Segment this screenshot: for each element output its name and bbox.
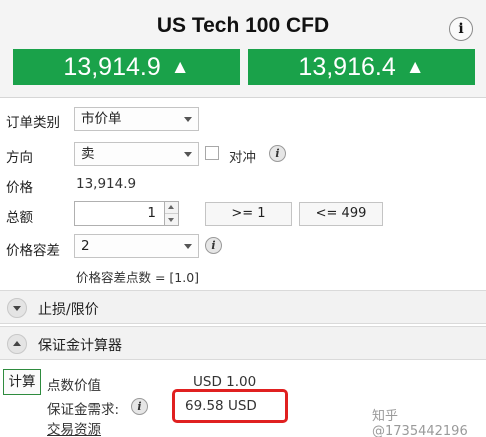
margin-calculator-section[interactable]: 保证金计算器 bbox=[0, 326, 486, 360]
tolerance-select[interactable]: 2 bbox=[74, 234, 199, 258]
tolerance-info-icon[interactable]: i bbox=[205, 237, 222, 254]
amount-stepper[interactable] bbox=[165, 201, 179, 226]
up-arrow-icon: ▲ bbox=[405, 57, 425, 78]
expand-chevron-icon[interactable] bbox=[7, 298, 27, 318]
stop-limit-section[interactable]: 止损/限价 bbox=[0, 290, 486, 324]
buy-price-button[interactable]: 13,916.4 ▲ bbox=[248, 49, 475, 85]
stepper-up-icon[interactable] bbox=[165, 202, 178, 214]
tolerance-points-text: 价格容差点数 = [1.0] bbox=[76, 270, 200, 285]
chevron-down-icon bbox=[184, 117, 192, 122]
pip-value: USD 1.00 bbox=[193, 374, 257, 390]
watermark-text: 知乎 @1735442196 bbox=[372, 409, 468, 437]
instrument-title: US Tech 100 CFD bbox=[156, 14, 330, 37]
pip-value-label: 点数价值 bbox=[47, 378, 101, 394]
hedge-label: 对冲 bbox=[229, 150, 256, 166]
stepper-down-icon[interactable] bbox=[165, 214, 178, 226]
sell-price-value: 13,914.9 bbox=[63, 53, 161, 81]
chevron-down-icon bbox=[184, 244, 192, 249]
trading-resources-link[interactable]: 交易资源 bbox=[47, 418, 101, 437]
hedge-checkbox[interactable] bbox=[205, 146, 219, 160]
info-icon[interactable]: i bbox=[449, 17, 473, 41]
buy-price-value: 13,916.4 bbox=[298, 53, 396, 81]
direction-select[interactable]: 卖 bbox=[74, 142, 199, 166]
amount-label: 总额 bbox=[6, 210, 33, 226]
header-panel: US Tech 100 CFD i 13,914.9 ▲ 13,916.4 ▲ bbox=[0, 0, 486, 98]
order-type-value: 市价单 bbox=[81, 111, 122, 127]
chevron-down-icon bbox=[184, 152, 192, 157]
price-value: 13,914.9 bbox=[76, 176, 137, 192]
sell-price-button[interactable]: 13,914.9 ▲ bbox=[13, 49, 240, 85]
hedge-info-icon[interactable]: i bbox=[269, 145, 286, 162]
collapse-chevron-icon[interactable] bbox=[7, 334, 27, 354]
margin-calculator-label: 保证金计算器 bbox=[38, 338, 122, 354]
calculate-button[interactable]: 计算 bbox=[3, 369, 41, 395]
direction-label: 方向 bbox=[6, 150, 33, 166]
up-arrow-icon: ▲ bbox=[170, 57, 190, 78]
order-type-select[interactable]: 市价单 bbox=[74, 107, 199, 131]
margin-requirement-label: 保证金需求: bbox=[47, 402, 120, 418]
max-amount-button[interactable]: <= 499 bbox=[299, 202, 383, 226]
stop-limit-label: 止损/限价 bbox=[38, 302, 99, 318]
price-label: 价格 bbox=[6, 180, 33, 196]
tolerance-label: 价格容差 bbox=[6, 243, 60, 259]
amount-input[interactable]: 1 bbox=[74, 201, 165, 226]
margin-highlight-box bbox=[172, 389, 288, 423]
order-type-label: 订单类别 bbox=[6, 115, 60, 131]
margin-info-icon[interactable]: i bbox=[131, 398, 148, 415]
min-amount-button[interactable]: >= 1 bbox=[205, 202, 292, 226]
tolerance-value: 2 bbox=[81, 238, 90, 254]
direction-value: 卖 bbox=[81, 146, 95, 162]
